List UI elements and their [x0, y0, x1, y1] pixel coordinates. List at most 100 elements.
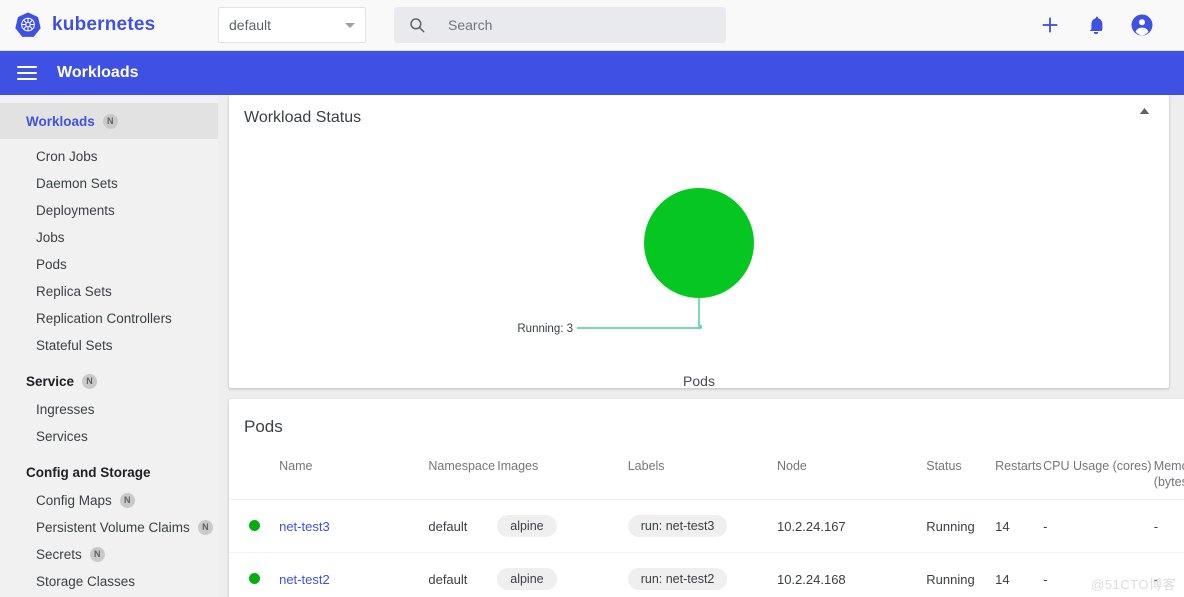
pods-column-header-text: Images — [497, 459, 539, 473]
sidebar-item-label: Services — [36, 429, 88, 444]
sidebar-item-badge: N — [89, 547, 105, 562]
pod-labels-cell: run: net-test3 — [627, 499, 777, 554]
pods-card: Pods Name Namespace Images Labels Node Status… — [229, 399, 1184, 597]
workload-status-collapse-button[interactable] — [1133, 107, 1155, 125]
notifications-button[interactable] — [1076, 5, 1116, 45]
top-app-bar: kubernetes default — [0, 0, 1184, 51]
pod-memory-cell: - — [1153, 552, 1184, 597]
sidebar-item-replication-controllers[interactable]: Replication Controllers — [0, 305, 218, 332]
pods-column-header[interactable]: Images — [497, 451, 628, 501]
namespace-selector[interactable]: default — [218, 7, 366, 43]
label-chip: run: net-test3 — [627, 515, 728, 538]
sidebar-item-config-maps[interactable]: Config Maps N — [0, 487, 218, 514]
pods-column-header[interactable]: Node — [776, 451, 927, 501]
chevron-down-icon — [345, 22, 355, 28]
pods-pie-chart: Running: 3 — [517, 188, 754, 335]
sidebar-item-storage-classes[interactable]: Storage Classes — [0, 568, 218, 595]
sidebar-item-badge: N — [197, 520, 213, 535]
pods-column-header[interactable] — [229, 451, 280, 501]
brand-area[interactable]: kubernetes — [0, 11, 218, 39]
pod-status-value: Running — [926, 518, 975, 534]
sidebar-item-ingresses[interactable]: Ingresses — [0, 396, 218, 423]
pods-column-header-text: Status — [926, 459, 962, 473]
pod-name-link[interactable]: net-test2 — [279, 572, 330, 587]
sidebar-item-label: Deployments — [36, 203, 115, 218]
pods-column-header-text: Namespace — [428, 459, 496, 473]
sidebar-item-workloads[interactable]: Workloads N — [0, 103, 218, 139]
pods-chart-caption-text: Pods — [683, 373, 715, 389]
pod-status-indicator-cell — [229, 552, 280, 597]
sidebar-item-label: Pods — [36, 257, 67, 272]
pod-restarts-cell: 14 — [995, 552, 1044, 597]
pod-cpu-value: - — [1043, 518, 1048, 534]
sidebar-item-label: Service — [26, 373, 75, 389]
sidebar-item-jobs[interactable]: Jobs — [0, 224, 218, 251]
plus-icon — [1042, 17, 1058, 33]
search-bar[interactable] — [394, 7, 726, 43]
image-chip: alpine — [497, 568, 557, 591]
create-button[interactable] — [1030, 5, 1070, 45]
pods-card-title: Pods — [244, 417, 283, 436]
search-input[interactable] — [446, 16, 686, 34]
pod-status-value: Running — [926, 571, 975, 587]
namespace-selector-value: default — [229, 17, 272, 33]
hamburger-line — [17, 72, 37, 74]
sidebar-item-label: Stateful Sets — [36, 338, 113, 353]
sidebar-item-pods[interactable]: Pods — [0, 251, 218, 278]
sidebar-item-label: Daemon Sets — [36, 176, 118, 191]
pie-slice-running[interactable] — [644, 188, 754, 298]
hamburger-line — [17, 66, 37, 68]
pod-name-cell: net-test2 — [279, 552, 429, 597]
pods-column-header-text: Node — [776, 459, 807, 473]
pod-node-value: 10.2.24.168 — [776, 571, 846, 587]
sidebar-item-stateful-sets[interactable]: Stateful Sets — [0, 332, 218, 359]
pods-column-header[interactable]: Labels — [627, 451, 777, 501]
pie-leader-line — [577, 298, 702, 329]
sidebar-item-persistent-volume-claims[interactable]: Persistent Volume Claims N — [0, 514, 218, 541]
sidebar-item-label: Secrets — [36, 547, 82, 562]
sidebar-item-config-and-storage[interactable]: Config and Storage — [0, 457, 218, 487]
table-row[interactable]: net-test2 default alpine run: net-test2 10.2… — [229, 552, 1184, 597]
pods-column-header[interactable]: Status — [926, 451, 996, 501]
sidebar-item-deployments[interactable]: Deployments — [0, 197, 218, 224]
page-header-bar: Workloads — [0, 51, 1184, 95]
pods-column-header[interactable]: Name — [279, 451, 429, 501]
pod-name-cell: net-test3 — [279, 499, 429, 554]
sidebar-item-label: Config and Storage — [26, 464, 151, 480]
table-row[interactable]: net-test3 default alpine run: net-test3 10.2… — [229, 499, 1184, 554]
sidebar-item-badge: N — [102, 113, 118, 129]
sidebar-item-daemon-sets[interactable]: Daemon Sets — [0, 170, 218, 197]
pods-column-header[interactable]: Restarts — [995, 451, 1044, 501]
top-bar-actions — [1024, 5, 1184, 45]
sidebar-item-label: Replication Controllers — [36, 311, 172, 326]
pod-namespace-cell: default — [428, 552, 498, 597]
sidebar-item-secrets[interactable]: Secrets N — [0, 541, 218, 568]
account-button[interactable] — [1122, 5, 1162, 45]
hamburger-menu-icon[interactable] — [17, 66, 37, 80]
pod-cpu-cell: - — [1043, 499, 1154, 554]
search-icon — [410, 18, 425, 33]
status-badge — [249, 519, 260, 531]
pod-namespace-value: default — [428, 518, 468, 534]
pods-column-header[interactable]: Memory Us(bytes) — [1153, 451, 1184, 501]
pods-column-header-text: Labels — [627, 459, 665, 473]
pod-memory-value: - — [1153, 571, 1159, 587]
account-circle-icon — [1131, 14, 1153, 36]
sidebar-nav: Workloads N Cron Jobs Daemon Sets Deployment… — [0, 95, 218, 597]
pods-header-row: Name Namespace Images Labels Node Status Resta… — [229, 451, 1184, 501]
pod-status-indicator-cell — [229, 499, 280, 554]
pod-status-cell: Running — [926, 499, 996, 554]
pods-column-header[interactable]: CPU Usage (cores) — [1043, 451, 1154, 501]
sidebar-item-services[interactable]: Services — [0, 423, 218, 450]
pods-column-header-text: Name — [279, 459, 313, 473]
sidebar-item-badge: N — [119, 493, 135, 508]
status-badge — [249, 572, 260, 584]
sidebar-item-cron-jobs[interactable]: Cron Jobs — [0, 143, 218, 170]
pods-column-header[interactable]: Namespace — [428, 451, 498, 501]
sidebar-item-replica-sets[interactable]: Replica Sets — [0, 278, 218, 305]
sidebar-item-label: Config Maps — [36, 493, 112, 508]
sidebar-item-service[interactable]: Service N — [0, 366, 218, 396]
pod-name-link[interactable]: net-test3 — [279, 519, 330, 534]
image-chip: alpine — [497, 515, 557, 538]
pod-node-cell: 10.2.24.167 — [776, 499, 927, 554]
